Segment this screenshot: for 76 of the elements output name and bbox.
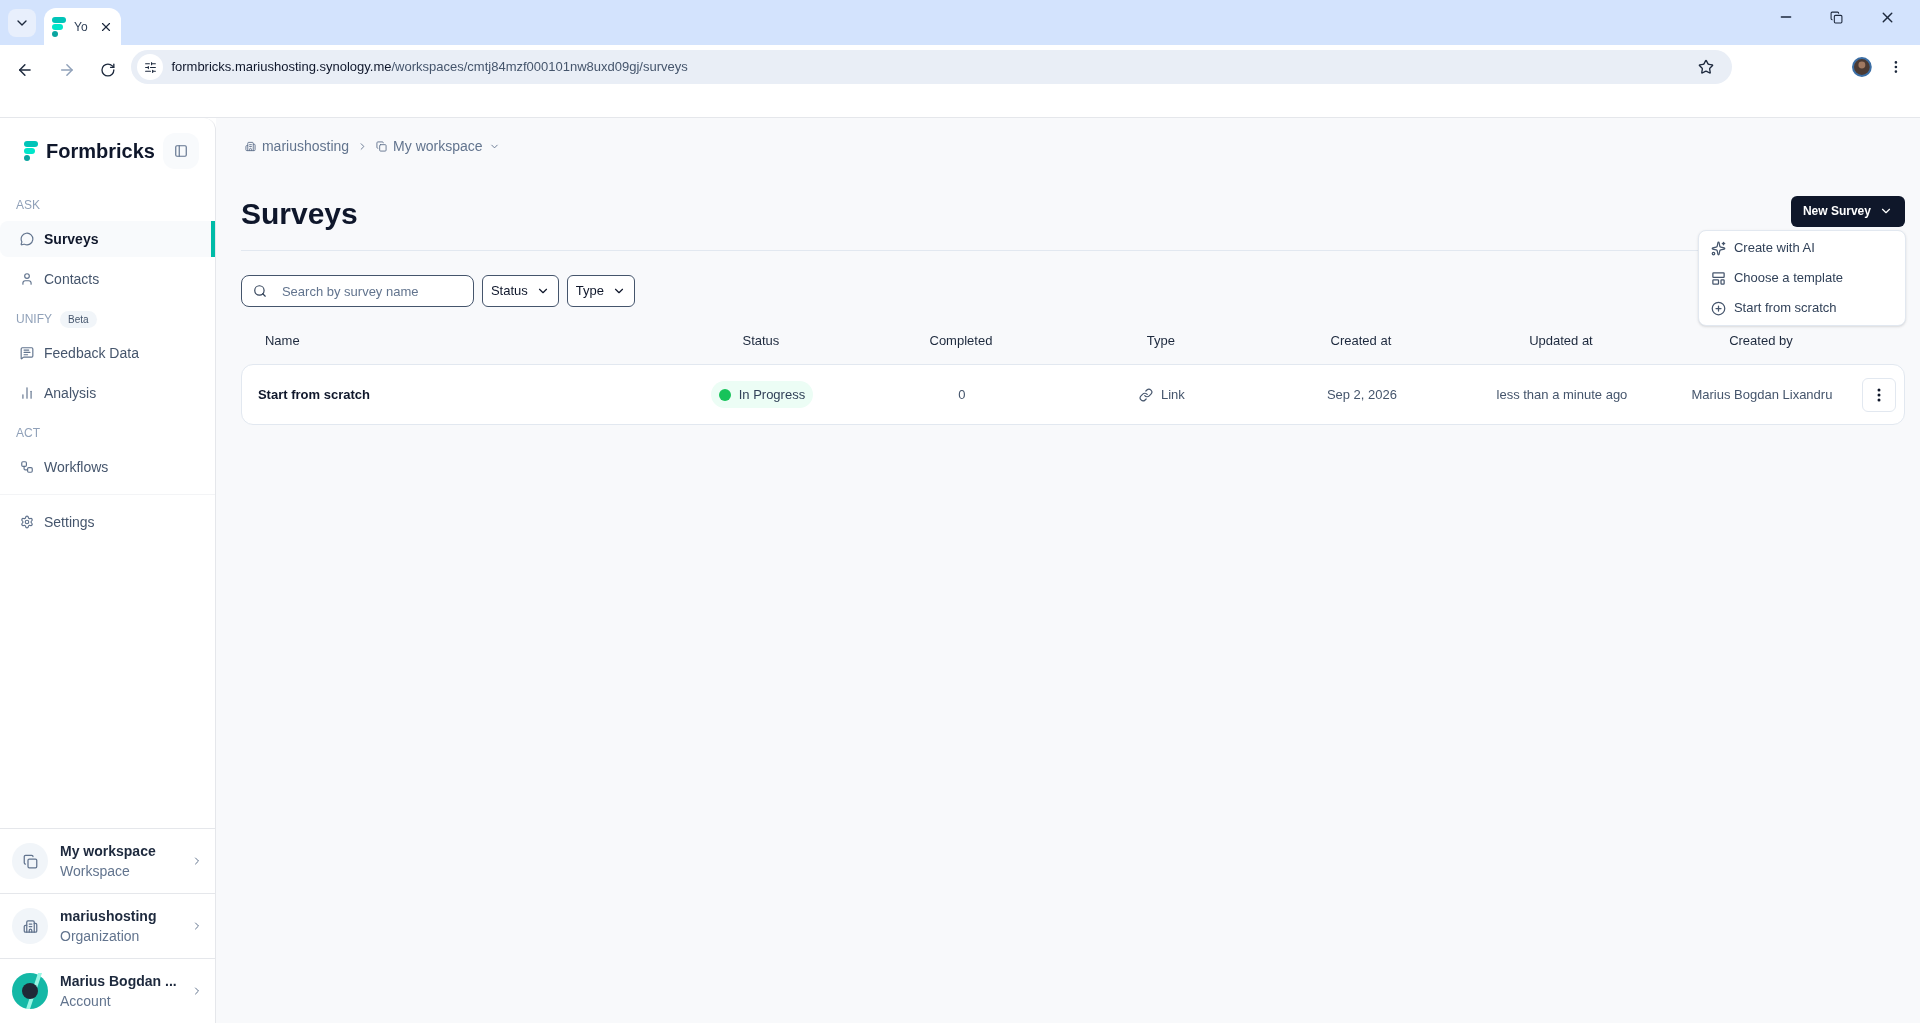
- column-header: Type: [1146, 332, 1176, 348]
- settings-icon: [20, 515, 34, 529]
- card-title: Marius Bogdan ...: [60, 972, 177, 991]
- card-subtitle: Account: [60, 992, 112, 1011]
- new-survey-button[interactable]: New Survey: [1790, 195, 1905, 227]
- logo-icon: [24, 141, 38, 161]
- menu-item[interactable]: Create with AI: [1698, 233, 1905, 263]
- url-text: formbricks.mariushosting.synology.me/workspaces/cmtj84mzf000101nw8uxd09gj/surveys: [171, 58, 688, 77]
- tab-title: Yo: [74, 18, 88, 35]
- card-title: mariushosting: [60, 907, 157, 926]
- nav-item[interactable]: Settings: [0, 504, 215, 540]
- table-cell-text: Link: [1161, 385, 1185, 404]
- profile-avatar[interactable]: [1852, 57, 1873, 77]
- restore-icon[interactable]: [1830, 10, 1843, 24]
- menu-item[interactable]: Start from scratch: [1698, 293, 1905, 323]
- status-badge: In Progress: [710, 380, 814, 409]
- chat-bubble-icon: [20, 232, 34, 246]
- search-field[interactable]: Search by survey name: [240, 275, 474, 307]
- message-list-icon: [20, 346, 34, 360]
- column-header: Created by: [1729, 332, 1793, 348]
- brand-name: Formbricks: [46, 139, 155, 164]
- table-cell: Marius Bogdan Lixandru: [1691, 386, 1833, 402]
- column-header: Completed: [929, 332, 993, 348]
- reload-icon[interactable]: [99, 62, 116, 78]
- nav-item[interactable]: Analysis: [0, 375, 215, 411]
- more-icon: [1876, 387, 1881, 402]
- beta-badge: Beta: [60, 310, 97, 328]
- breadcrumb-item[interactable]: mariushosting: [244, 136, 350, 156]
- section-label: ACT: [16, 425, 40, 441]
- nav-item[interactable]: Contacts: [0, 261, 215, 297]
- column-header: Status: [742, 332, 780, 348]
- card-title: My workspace: [60, 842, 156, 861]
- link-icon: [1139, 387, 1153, 402]
- switcher-card[interactable]: Marius Bogdan ... Account: [0, 958, 215, 1023]
- filter-dropdown[interactable]: Status: [481, 275, 559, 307]
- building-icon: [12, 908, 48, 944]
- building-icon: [244, 140, 256, 152]
- template-icon: [1710, 270, 1726, 286]
- page-title: Surveys: [240, 195, 358, 232]
- card-subtitle: Workspace: [60, 862, 131, 881]
- table-cell: Sep 2, 2026: [1326, 386, 1397, 402]
- switcher-card[interactable]: mariushosting Organization: [0, 893, 215, 958]
- nav-item[interactable]: Feedback Data: [0, 335, 215, 371]
- sidebar-panel-icon: [173, 144, 188, 158]
- column-header: Name: [264, 332, 300, 348]
- menu-item[interactable]: Choose a template: [1698, 263, 1905, 293]
- workflow-icon: [20, 460, 34, 474]
- breadcrumb-item[interactable]: My workspace: [376, 136, 500, 156]
- plus-circle-icon: [1710, 300, 1726, 316]
- table-cell: less than a minute ago: [1496, 386, 1628, 402]
- section-label: UNIFY: [16, 311, 52, 327]
- section-label: ASK: [16, 197, 40, 213]
- sparkles-icon: [1710, 240, 1726, 256]
- column-header: Created at: [1330, 332, 1392, 348]
- workspace-icon: [12, 843, 48, 879]
- workspace-icon: [376, 140, 388, 152]
- browser-tab[interactable]: Yo: [44, 8, 121, 45]
- address-bar[interactable]: formbricks.mariushosting.synology.me/workspaces/cmtj84mzf000101nw8uxd09gj/surveys: [131, 50, 1733, 84]
- survey-name: Start from scratch: [257, 386, 370, 402]
- bookmark-star-icon[interactable]: [1698, 59, 1715, 75]
- site-settings-icon[interactable]: [143, 60, 157, 74]
- back-icon[interactable]: [16, 61, 34, 79]
- nav-item[interactable]: Surveys: [0, 221, 215, 257]
- logo-icon: [52, 16, 66, 37]
- survey-row[interactable]: Start from scratch In Progress 0 Link Sep 2, 2026 less than a minute ago Marius Bogdan Lixandru: [240, 364, 1905, 425]
- tab-list-button[interactable]: [8, 8, 36, 37]
- filter-dropdown[interactable]: Type: [566, 275, 635, 307]
- table-cell: 0: [958, 386, 966, 402]
- collapse-sidebar-button[interactable]: [162, 133, 199, 169]
- avatar: [12, 973, 48, 1009]
- switcher-card[interactable]: My workspace Workspace: [0, 828, 215, 893]
- person-icon: [20, 272, 34, 286]
- nav-item[interactable]: Workflows: [0, 449, 215, 485]
- column-header: Updated at: [1529, 332, 1593, 348]
- card-subtitle: Organization: [60, 927, 141, 946]
- bar-chart-icon: [20, 386, 34, 400]
